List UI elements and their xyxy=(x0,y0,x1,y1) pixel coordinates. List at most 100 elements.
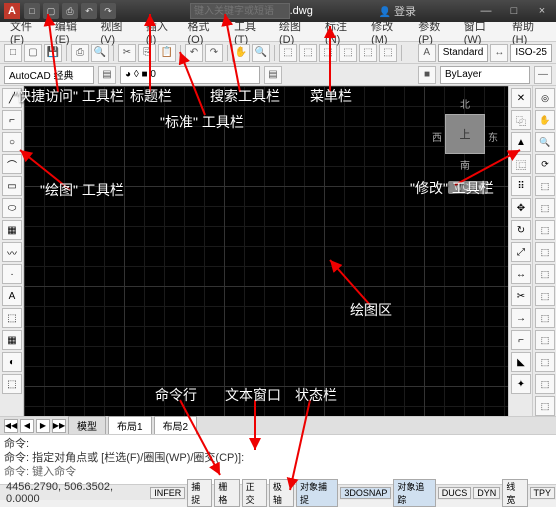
text-icon[interactable]: A xyxy=(2,286,22,306)
layer-tool-icon[interactable]: ▤ xyxy=(264,66,282,84)
status-polar[interactable]: 极轴 xyxy=(269,479,294,507)
layer-icon[interactable]: ▤ xyxy=(98,66,116,84)
qat-redo-icon[interactable]: ↷ xyxy=(100,3,116,19)
qat-new-icon[interactable]: □ xyxy=(24,3,40,19)
tool-icon[interactable]: ⬚ xyxy=(379,44,397,62)
status-ducs[interactable]: DUCS xyxy=(438,487,472,499)
nav-tool-icon[interactable]: ⬚ xyxy=(535,220,555,240)
app-logo[interactable]: A xyxy=(4,3,20,19)
close-button[interactable]: × xyxy=(530,3,554,19)
block-icon[interactable]: ⬚ xyxy=(2,308,22,328)
zoom2-icon[interactable]: 🔍 xyxy=(535,132,555,152)
copy-icon[interactable]: ⎘ xyxy=(138,44,156,62)
steering-icon[interactable]: ◎ xyxy=(535,88,555,108)
nav-tool-icon[interactable]: ⬚ xyxy=(535,264,555,284)
status-grid[interactable]: 栅格 xyxy=(214,479,239,507)
move-icon[interactable]: ✥ xyxy=(511,198,531,218)
search-box[interactable] xyxy=(190,3,290,19)
nav-tool-icon[interactable]: ⬚ xyxy=(535,352,555,372)
color-dropdown[interactable]: ByLayer xyxy=(440,66,530,84)
tab-layout2[interactable]: 布局2 xyxy=(154,416,198,435)
workspace-dropdown[interactable]: AutoCAD 经典 xyxy=(4,66,94,84)
style-dropdown[interactable]: Standard xyxy=(438,44,489,62)
open-icon[interactable]: ▢ xyxy=(24,44,42,62)
nav-tool-icon[interactable]: ⬚ xyxy=(535,396,555,416)
tool-icon[interactable]: ⬚ xyxy=(299,44,317,62)
new-icon[interactable]: □ xyxy=(4,44,22,62)
nav-tool-icon[interactable]: ⬚ xyxy=(535,176,555,196)
status-3dosnap[interactable]: 3DOSNAP xyxy=(340,487,391,499)
fillet-icon[interactable]: ⌐ xyxy=(511,330,531,350)
linetype-icon[interactable]: — xyxy=(534,66,552,84)
hatch-icon[interactable]: ▦ xyxy=(2,220,22,240)
table-icon[interactable]: ▦ xyxy=(2,330,22,350)
viewcube-east[interactable]: 东 xyxy=(488,129,498,144)
status-snap[interactable]: 捕捉 xyxy=(187,479,212,507)
polyline-icon[interactable]: ⌐ xyxy=(2,110,22,130)
viewcube-north[interactable]: 北 xyxy=(460,96,470,111)
status-osnap[interactable]: 对象捕捉 xyxy=(296,479,338,507)
status-ortho[interactable]: 正交 xyxy=(242,479,267,507)
textstyle-icon[interactable]: A xyxy=(418,44,436,62)
command-window[interactable]: 命令: 命令: 指定对角点或 [栏选(F)/圈围(WP)/圈交(CP)]: 命令… xyxy=(0,434,556,484)
status-tpy[interactable]: TPY xyxy=(530,487,556,499)
explode-icon[interactable]: ✦ xyxy=(511,374,531,394)
orbit-icon[interactable]: ⟳ xyxy=(535,154,555,174)
rotate-icon[interactable]: ↻ xyxy=(511,220,531,240)
tab-last-icon[interactable]: ▶▶ xyxy=(52,419,66,433)
chamfer-icon[interactable]: ◣ xyxy=(511,352,531,372)
maximize-button[interactable]: □ xyxy=(502,3,526,19)
tool-icon[interactable]: ⬚ xyxy=(279,44,297,62)
tab-first-icon[interactable]: ◀◀ xyxy=(4,419,18,433)
nav-tool-icon[interactable]: ⬚ xyxy=(535,198,555,218)
undo-icon[interactable]: ↶ xyxy=(185,44,203,62)
scale-icon[interactable]: ⤢ xyxy=(511,242,531,262)
nav-tool-icon[interactable]: ⬚ xyxy=(535,308,555,328)
tool-icon[interactable]: ⬚ xyxy=(319,44,337,62)
minimize-button[interactable]: — xyxy=(474,3,498,19)
extend-icon[interactable]: → xyxy=(511,308,531,328)
status-dyn[interactable]: DYN xyxy=(473,487,500,499)
print-icon[interactable]: ⎙ xyxy=(71,44,89,62)
drawing-canvas[interactable]: 北 南 东 西 上 WCS ▾ xyxy=(24,86,508,434)
tab-model[interactable]: 模型 xyxy=(68,416,106,435)
wcs-indicator[interactable]: WCS ▾ xyxy=(448,181,488,194)
redo-icon[interactable]: ↷ xyxy=(205,44,223,62)
offset-icon[interactable]: ⿷ xyxy=(511,154,531,174)
erase-icon[interactable]: ✕ xyxy=(511,88,531,108)
qat-undo-icon[interactable]: ↶ xyxy=(81,3,97,19)
save-icon[interactable]: 💾 xyxy=(44,44,62,62)
point-icon[interactable]: · xyxy=(2,264,22,284)
qat-print-icon[interactable]: ⎙ xyxy=(62,3,78,19)
status-lwt[interactable]: 线宽 xyxy=(502,479,527,507)
status-otrack[interactable]: 对象追踪 xyxy=(393,479,435,507)
preview-icon[interactable]: 🔍 xyxy=(91,44,109,62)
nav-tool-icon[interactable]: ⬚ xyxy=(535,330,555,350)
pan-icon[interactable]: ✋ xyxy=(232,44,250,62)
view-cube[interactable]: 北 南 东 西 上 xyxy=(430,94,500,174)
dimstyle-icon[interactable]: ↔ xyxy=(490,44,508,62)
viewcube-south[interactable]: 南 xyxy=(460,157,470,172)
search-input[interactable] xyxy=(190,3,290,19)
viewcube-west[interactable]: 西 xyxy=(432,129,442,144)
array-icon[interactable]: ⠿ xyxy=(511,176,531,196)
status-infer[interactable]: INFER xyxy=(150,487,185,499)
viewcube-top[interactable]: 上 xyxy=(445,114,485,154)
trim-icon[interactable]: ✂ xyxy=(511,286,531,306)
spline-icon[interactable]: 〰 xyxy=(2,242,22,262)
tool-icon[interactable]: ⬚ xyxy=(339,44,357,62)
nav-tool-icon[interactable]: ⬚ xyxy=(535,242,555,262)
layer-dropdown[interactable]: ◕ ◊ ■ 0 xyxy=(120,66,260,84)
color-icon[interactable]: ■ xyxy=(418,66,436,84)
stretch-icon[interactable]: ↔ xyxy=(511,264,531,284)
pan2-icon[interactable]: ✋ xyxy=(535,110,555,130)
line-icon[interactable]: ╱ xyxy=(2,88,22,108)
qat-open-icon[interactable]: ▢ xyxy=(43,3,59,19)
rectangle-icon[interactable]: ▭ xyxy=(2,176,22,196)
mirror-icon[interactable]: ▲ xyxy=(511,132,531,152)
copy-obj-icon[interactable]: ⿻ xyxy=(511,110,531,130)
ellipse-icon[interactable]: ⬭ xyxy=(2,198,22,218)
nav-tool-icon[interactable]: ⬚ xyxy=(535,374,555,394)
tab-next-icon[interactable]: ▶ xyxy=(36,419,50,433)
circle-icon[interactable]: ○ xyxy=(2,132,22,152)
